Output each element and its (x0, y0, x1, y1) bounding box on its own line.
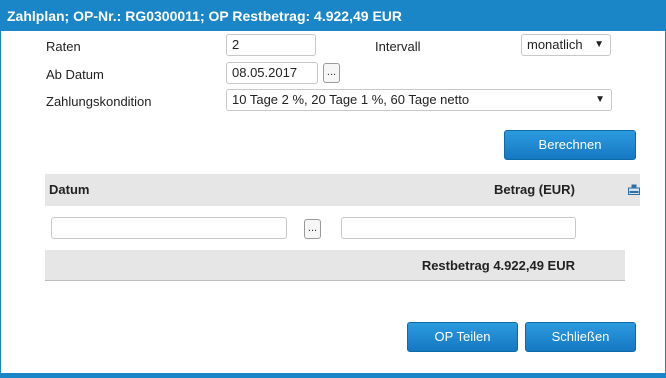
column-header-datum: Datum (49, 182, 90, 197)
restbetrag-row: Restbetrag 4.922,49 EUR (45, 250, 625, 281)
date-picker-button[interactable]: ... (323, 63, 340, 83)
zahlungskondition-value: 10 Tage 2 %, 20 Tage 1 %, 60 Tage netto (232, 92, 470, 107)
chevron-down-icon: ▼ (594, 39, 604, 50)
row-date-picker-button[interactable]: ... (304, 219, 321, 239)
ab-datum-input[interactable]: 08.05.2017 (226, 62, 318, 84)
zahlungskondition-label: Zahlungskondition (46, 94, 152, 109)
row-datum-input[interactable] (51, 217, 287, 239)
zahlplan-dialog: Zahlplan; OP-Nr.: RG0300011; OP Restbetr… (0, 0, 666, 378)
op-teilen-button[interactable]: OP Teilen (407, 322, 518, 352)
zahlungskondition-select[interactable]: 10 Tage 2 %, 20 Tage 1 %, 60 Tage netto … (226, 89, 612, 111)
dialog-title: Zahlplan; OP-Nr.: RG0300011; OP Restbetr… (1, 1, 665, 31)
schliessen-button[interactable]: Schließen (525, 322, 636, 352)
intervall-select[interactable]: monatlich ▼ (521, 34, 611, 56)
raten-label: Raten (46, 39, 81, 54)
column-header-betrag: Betrag (EUR) (494, 182, 575, 197)
table-header: Datum Betrag (EUR) (45, 174, 640, 206)
ab-datum-label: Ab Datum (46, 67, 104, 82)
row-betrag-input[interactable] (341, 217, 576, 239)
export-icon[interactable] (628, 184, 640, 195)
chevron-down-icon: ▼ (595, 94, 605, 105)
berechnen-button[interactable]: Berechnen (504, 130, 636, 160)
intervall-value: monatlich (527, 37, 583, 52)
dialog-bottom-border (1, 373, 665, 377)
restbetrag-text: Restbetrag 4.922,49 EUR (421, 258, 575, 273)
raten-input[interactable]: 2 (226, 34, 316, 56)
intervall-label: Intervall (375, 39, 421, 54)
